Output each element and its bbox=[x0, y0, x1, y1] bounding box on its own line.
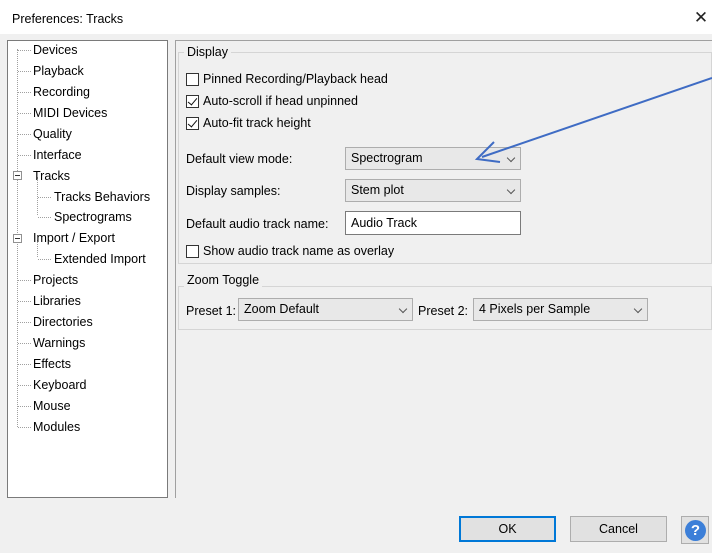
tree-item-midi-devices[interactable]: MIDI Devices bbox=[33, 104, 107, 122]
track-name-label: Default audio track name: bbox=[186, 217, 329, 231]
tree-item-effects[interactable]: Effects bbox=[33, 355, 71, 373]
cancel-button[interactable]: Cancel bbox=[570, 516, 667, 542]
tree-item-label: Recording bbox=[33, 85, 90, 99]
tree-connector bbox=[18, 92, 31, 93]
tree-connector bbox=[18, 155, 31, 156]
preset2-select[interactable]: 4 Pixels per Sample bbox=[473, 298, 648, 321]
chevron-down-icon bbox=[506, 185, 516, 195]
tree-item-label: Tracks Behaviors bbox=[54, 190, 151, 204]
tree-item-mouse[interactable]: Mouse bbox=[33, 397, 71, 415]
track-name-input[interactable]: Audio Track bbox=[345, 211, 521, 235]
tree-item-extended-import[interactable]: Extended Import bbox=[54, 250, 146, 268]
checkbox-box[interactable] bbox=[186, 244, 199, 258]
tree-item-quality[interactable]: Quality bbox=[33, 125, 72, 143]
help-button[interactable]: ? bbox=[681, 516, 709, 544]
tree-item-interface[interactable]: Interface bbox=[33, 146, 82, 164]
tree-item-label: Tracks bbox=[33, 169, 71, 183]
display-group-title: Display bbox=[184, 45, 231, 59]
checkbox-box[interactable] bbox=[186, 72, 199, 86]
tree-connector bbox=[18, 364, 31, 365]
checkbox-box[interactable] bbox=[186, 94, 199, 108]
tree-connector bbox=[18, 301, 31, 302]
checkbox-label: Auto-fit track height bbox=[203, 116, 311, 130]
tree-item-recording[interactable]: Recording bbox=[33, 83, 90, 101]
tree-connector bbox=[18, 134, 31, 135]
collapse-icon[interactable] bbox=[13, 234, 22, 243]
tree-item-label: Devices bbox=[33, 43, 78, 57]
tree-connector bbox=[18, 50, 31, 51]
tree-item-label: Interface bbox=[33, 148, 82, 162]
preset2-label: Preset 2: bbox=[418, 304, 469, 318]
tree-item-label: Playback bbox=[33, 64, 84, 78]
tree-item-label: Quality bbox=[33, 127, 72, 141]
preferences-tree[interactable]: Devices Playback Recording MIDI Devices … bbox=[7, 40, 168, 498]
tree-connector bbox=[38, 217, 51, 218]
tree-item-projects[interactable]: Projects bbox=[33, 271, 78, 289]
tree-item-directories[interactable]: Directories bbox=[33, 313, 93, 331]
tree-item-label: Directories bbox=[33, 315, 93, 329]
tree-connector bbox=[38, 259, 51, 260]
tree-item-label: Extended Import bbox=[54, 252, 146, 266]
tree-connector bbox=[18, 71, 31, 72]
tree-item-import-export[interactable]: Import / Export bbox=[33, 229, 115, 247]
close-icon[interactable]: ✕ bbox=[690, 6, 712, 30]
tree-item-label: Keyboard bbox=[33, 378, 87, 392]
tree-item-label: Spectrograms bbox=[54, 210, 132, 224]
tree-connector bbox=[18, 322, 31, 323]
tree-item-label: Effects bbox=[33, 357, 71, 371]
window-title: Preferences: Tracks bbox=[12, 12, 124, 26]
tree-item-label: Import / Export bbox=[33, 231, 115, 245]
title-bar: Preferences: Tracks ✕ bbox=[0, 0, 712, 34]
track-name-value: Audio Track bbox=[351, 216, 418, 230]
tree-connector bbox=[18, 343, 31, 344]
overlay-checkbox[interactable]: Show audio track name as overlay bbox=[186, 242, 394, 260]
checkbox-box[interactable] bbox=[186, 116, 199, 130]
preset1-value: Zoom Default bbox=[244, 302, 320, 316]
tree-connector bbox=[18, 427, 31, 428]
tree-item-tracks-behaviors[interactable]: Tracks Behaviors bbox=[54, 188, 150, 206]
preset1-select[interactable]: Zoom Default bbox=[238, 298, 413, 321]
collapse-icon[interactable] bbox=[13, 171, 22, 180]
tree-connector bbox=[18, 385, 31, 386]
tree-connector bbox=[18, 406, 31, 407]
ok-button[interactable]: OK bbox=[459, 516, 556, 542]
tree-connector bbox=[38, 197, 51, 198]
chevron-down-icon bbox=[633, 304, 643, 314]
tree-connector bbox=[18, 280, 31, 281]
tree-item-playback[interactable]: Playback bbox=[33, 62, 84, 80]
tree-item-label: Libraries bbox=[33, 294, 81, 308]
help-icon: ? bbox=[685, 520, 706, 541]
pinned-head-checkbox[interactable]: Pinned Recording/Playback head bbox=[186, 70, 388, 88]
tree-item-tracks[interactable]: Tracks bbox=[33, 167, 70, 185]
preset1-label: Preset 1: bbox=[186, 304, 237, 318]
preset2-value: 4 Pixels per Sample bbox=[479, 302, 591, 316]
samples-select[interactable]: Stem plot bbox=[345, 179, 521, 202]
checkbox-label: Pinned Recording/Playback head bbox=[203, 72, 388, 86]
checkbox-label: Show audio track name as overlay bbox=[203, 244, 395, 258]
checkbox-label: Auto-scroll if head unpinned bbox=[203, 94, 358, 108]
samples-label: Display samples: bbox=[186, 184, 281, 198]
tree-item-label: Projects bbox=[33, 273, 79, 287]
view-mode-value: Spectrogram bbox=[351, 151, 423, 165]
tree-item-keyboard[interactable]: Keyboard bbox=[33, 376, 87, 394]
annotation-arrow-icon bbox=[474, 77, 712, 163]
autofit-checkbox[interactable]: Auto-fit track height bbox=[186, 114, 311, 132]
tree-item-label: MIDI Devices bbox=[33, 106, 108, 120]
view-mode-label: Default view mode: bbox=[186, 152, 293, 166]
chevron-down-icon bbox=[398, 304, 408, 314]
tree-item-warnings[interactable]: Warnings bbox=[33, 334, 85, 352]
tree-item-spectrograms[interactable]: Spectrograms bbox=[54, 208, 132, 226]
tree-item-libraries[interactable]: Libraries bbox=[33, 292, 81, 310]
tree-item-devices[interactable]: Devices bbox=[33, 41, 77, 59]
tree-item-label: Warnings bbox=[33, 336, 86, 350]
tree-item-label: Modules bbox=[33, 420, 81, 434]
zoom-group-title: Zoom Toggle bbox=[184, 273, 263, 287]
samples-value: Stem plot bbox=[351, 183, 404, 197]
autoscroll-checkbox[interactable]: Auto-scroll if head unpinned bbox=[186, 92, 358, 110]
tree-item-modules[interactable]: Modules bbox=[33, 418, 80, 436]
tree-connector bbox=[18, 113, 31, 114]
tree-item-label: Mouse bbox=[33, 399, 71, 413]
